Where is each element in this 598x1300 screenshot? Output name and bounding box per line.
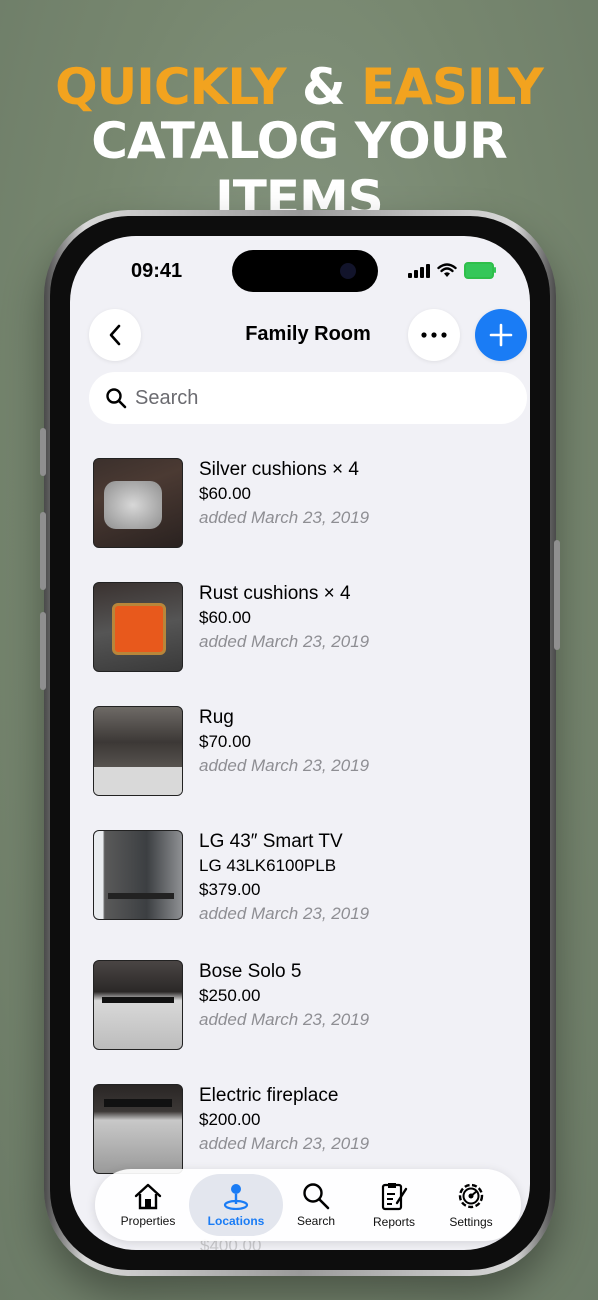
tab-label: Search — [296, 1214, 336, 1228]
item-date: added March 23, 2019 — [199, 508, 370, 527]
more-options-button[interactable] — [408, 309, 460, 361]
item-thumbnail — [93, 706, 183, 796]
tab-settings[interactable]: Settings — [428, 1169, 514, 1241]
headline-line-1: QUICKLY & EASILY — [0, 58, 598, 116]
status-time: 09:41 — [131, 260, 183, 282]
headline-quickly: QUICKLY — [55, 58, 286, 116]
item-thumbnail — [93, 960, 183, 1050]
battery-charging-icon — [464, 262, 496, 279]
page-title: Family Room — [245, 323, 371, 345]
item-name: Rust cushions × 4 — [199, 583, 351, 604]
status-icons — [408, 262, 496, 279]
ellipsis-icon — [421, 332, 447, 338]
search-bar[interactable]: Search — [89, 372, 527, 424]
search-placeholder: Search — [135, 386, 199, 409]
tab-label: Properties — [120, 1214, 176, 1228]
item-name: Rug — [199, 707, 234, 728]
phone-screen: 09:41 Family Room Search Silver cushions… — [70, 236, 530, 1250]
tab-label: Settings — [449, 1215, 493, 1229]
tab-search[interactable]: Search — [273, 1169, 359, 1241]
item-date: added March 23, 2019 — [199, 632, 370, 651]
phone-bezel: 09:41 Family Room Search Silver cushions… — [50, 216, 550, 1270]
tab-reports[interactable]: Reports — [351, 1169, 437, 1241]
map-pin-icon — [223, 1184, 249, 1210]
add-item-button[interactable] — [475, 309, 527, 361]
tab-bar: Properties Locations Search Reports Sett… — [95, 1169, 521, 1241]
volume-down-button — [40, 612, 46, 690]
dynamic-island — [232, 250, 378, 292]
search-icon — [303, 1183, 330, 1210]
item-model: LG 43LK6100PLB — [199, 856, 337, 875]
camera-icon — [340, 263, 356, 279]
item-thumbnail — [93, 458, 183, 548]
item-thumbnail — [93, 582, 183, 672]
item-price: $70.00 — [199, 732, 251, 751]
signal-icon — [408, 263, 430, 278]
house-icon — [134, 1183, 162, 1210]
gear-icon — [458, 1183, 484, 1209]
item-price: $250.00 — [199, 986, 261, 1005]
back-button[interactable] — [89, 309, 141, 361]
headline-amp: & — [302, 58, 346, 116]
tab-label: Locations — [207, 1214, 265, 1228]
item-price: $60.00 — [199, 608, 251, 627]
item-date: added March 23, 2019 — [199, 1134, 370, 1153]
item-price: $379.00 — [199, 880, 261, 899]
item-price: $60.00 — [199, 484, 251, 503]
item-date: added March 23, 2019 — [199, 904, 370, 923]
tab-locations[interactable]: Locations — [189, 1174, 283, 1236]
item-thumbnail — [93, 830, 183, 920]
wifi-icon — [437, 263, 457, 277]
chevron-left-icon — [109, 324, 121, 346]
item-date: added March 23, 2019 — [199, 756, 370, 775]
item-name: LG 43″ Smart TV — [199, 831, 343, 852]
item-name: Electric fireplace — [199, 1085, 339, 1106]
item-thumbnail — [93, 1084, 183, 1174]
item-date: added March 23, 2019 — [199, 1010, 370, 1029]
headline-easily: EASILY — [361, 58, 544, 116]
search-icon — [106, 388, 127, 409]
item-name: Bose Solo 5 — [199, 961, 302, 982]
volume-up-button — [40, 512, 46, 590]
item-price: $200.00 — [199, 1110, 261, 1129]
tab-properties[interactable]: Properties — [105, 1169, 191, 1241]
tab-label: Reports — [372, 1215, 416, 1229]
power-button — [554, 540, 560, 650]
action-button — [40, 428, 46, 476]
report-icon — [381, 1183, 408, 1211]
plus-icon — [489, 323, 513, 347]
item-name: Silver cushions × 4 — [199, 459, 359, 480]
phone-frame: 09:41 Family Room Search Silver cushions… — [40, 210, 560, 1276]
